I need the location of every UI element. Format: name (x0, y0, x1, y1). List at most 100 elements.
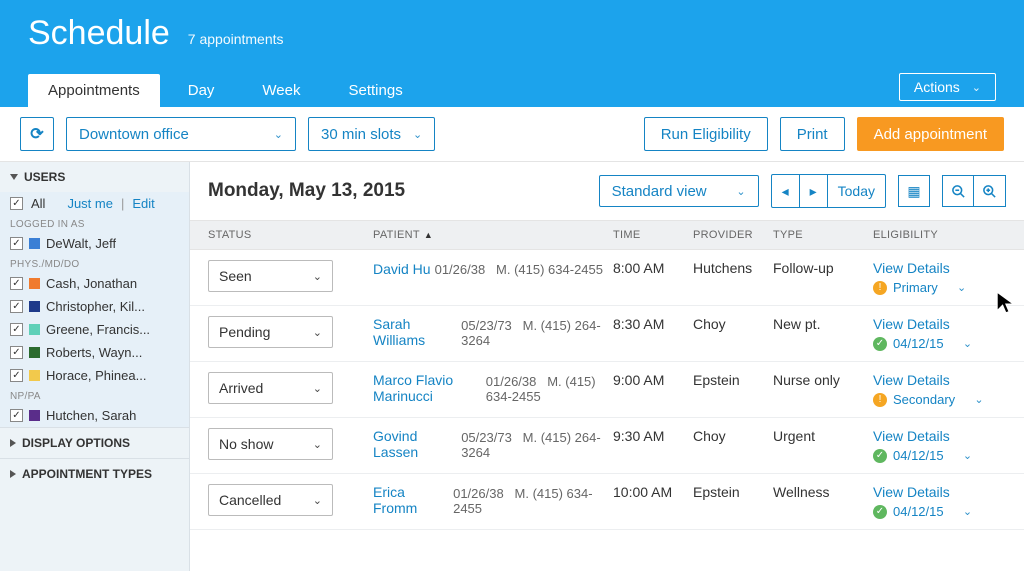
appt-type: Follow-up (773, 260, 873, 276)
just-me-link[interactable]: Just me (67, 196, 113, 211)
zoom-in-icon (982, 184, 997, 199)
slot-select[interactable]: 30 min slots ⌄ (308, 117, 435, 151)
col-type[interactable]: TYPE (773, 229, 873, 241)
zoom-out-button[interactable] (942, 175, 974, 207)
patient-meta: 05/23/73 M. (415) 264-3264 (461, 318, 613, 348)
zoom-in-button[interactable] (974, 175, 1006, 207)
col-status[interactable]: STATUS (208, 229, 373, 241)
sidebar-user-row[interactable]: ✓ Horace, Phinea... (0, 364, 189, 387)
office-select[interactable]: Downtown office ⌄ (66, 117, 296, 151)
status-select[interactable]: No show⌄ (208, 428, 333, 460)
sidebar-user-row[interactable]: ✓Cash, Jonathan (0, 272, 189, 295)
sidebar-section-display-options[interactable]: DISPLAY OPTIONS (0, 427, 189, 458)
status-select[interactable]: Cancelled⌄ (208, 484, 333, 516)
appt-time: 8:30 AM (613, 316, 693, 332)
chevron-down-icon: ⌄ (963, 449, 972, 462)
add-appointment-button[interactable]: Add appointment (857, 117, 1004, 151)
run-eligibility-button[interactable]: Run Eligibility (644, 117, 768, 151)
display-options-label: DISPLAY OPTIONS (22, 436, 130, 450)
appointment-types-label: APPOINTMENT TYPES (22, 467, 152, 481)
checkbox[interactable]: ✓ (10, 277, 23, 290)
slot-label: 30 min slots (321, 126, 401, 143)
table-row: Pending⌄ Sarah Williams05/23/73 M. (415) … (190, 306, 1024, 362)
user-name: Christopher, Kil... (46, 299, 145, 314)
sidebar-user-row[interactable]: ✓ Roberts, Wayn... (0, 341, 189, 364)
sidebar-section-appt-types[interactable]: APPOINTMENT TYPES (0, 458, 189, 489)
sidebar-user-row[interactable]: ✓Greene, Francis... (0, 318, 189, 341)
calendar-button[interactable]: ▦ (898, 175, 930, 207)
color-swatch (29, 410, 40, 421)
checkbox[interactable]: ✓ (10, 409, 23, 422)
status-select[interactable]: Pending⌄ (208, 316, 333, 348)
status-select[interactable]: Arrived⌄ (208, 372, 333, 404)
eligibility-status[interactable]: ✓04/12/15 ⌄ (873, 448, 972, 463)
col-eligibility[interactable]: ELIGIBILITY (873, 229, 1006, 241)
sidebar-user-row[interactable]: ✓ DeWalt, Jeff (0, 232, 189, 255)
eligibility-status[interactable]: !Primary ⌄ (873, 280, 966, 295)
status-value: Arrived (219, 380, 263, 396)
main: USERS ✓ All Just me | Edit LOGGED IN AS … (0, 162, 1024, 571)
sidebar-user-row[interactable]: ✓ Christopher, Kil... (0, 295, 189, 318)
chevron-down-icon: ⌄ (274, 128, 283, 141)
table-body: Seen⌄ David Hu 01/26/38 M. (415) 634-2455 8… (190, 250, 1024, 571)
patient-link[interactable]: Sarah Williams (373, 316, 457, 348)
eligibility-status[interactable]: ✓04/12/15 ⌄ (873, 504, 972, 519)
sidebar-section-users[interactable]: USERS (0, 162, 189, 192)
patient-meta: 05/23/73 M. (415) 264-3264 (461, 430, 613, 460)
col-provider[interactable]: PROVIDER (693, 229, 773, 241)
checkbox[interactable]: ✓ (10, 300, 23, 313)
today-button[interactable]: Today (827, 175, 885, 207)
patient-link[interactable]: Marco Flavio Marinucci (373, 372, 482, 404)
col-patient[interactable]: PATIENT ▲ (373, 229, 613, 241)
view-details-link[interactable]: View Details (873, 372, 950, 388)
patient-link[interactable]: David Hu (373, 261, 431, 277)
col-time[interactable]: TIME (613, 229, 693, 241)
appt-type: Nurse only (773, 372, 873, 388)
eligibility-status[interactable]: ✓04/12/15 ⌄ (873, 336, 972, 351)
user-name: Roberts, Wayn... (46, 345, 142, 360)
view-select[interactable]: Standard view ⌄ (599, 175, 759, 207)
checkbox-all[interactable]: ✓ (10, 197, 23, 210)
chevron-down-icon: ⌄ (413, 128, 422, 141)
user-name: Horace, Phinea... (46, 368, 146, 383)
user-name: DeWalt, Jeff (46, 236, 116, 251)
view-details-link[interactable]: View Details (873, 428, 950, 444)
patient-link[interactable]: Govind Lassen (373, 428, 457, 460)
all-label: All (31, 196, 45, 211)
patient-link[interactable]: Erica Fromm (373, 484, 449, 516)
user-name: Hutchen, Sarah (46, 408, 136, 423)
table-row: No show⌄ Govind Lassen05/23/73 M. (415) 2… (190, 418, 1024, 474)
view-details-link[interactable]: View Details (873, 484, 950, 500)
appt-time: 9:00 AM (613, 372, 693, 388)
appt-time: 8:00 AM (613, 260, 693, 276)
zoom-out-icon (951, 184, 966, 199)
checkbox[interactable]: ✓ (10, 346, 23, 359)
prev-day-button[interactable]: ◂ (772, 175, 799, 207)
checkbox[interactable]: ✓ (10, 323, 23, 336)
checkbox[interactable]: ✓ (10, 369, 23, 382)
status-select[interactable]: Seen⌄ (208, 260, 333, 292)
eligibility-text: 04/12/15 (893, 504, 944, 519)
status-dot-icon: ! (873, 393, 887, 407)
tab-day[interactable]: Day (168, 74, 235, 107)
appt-type: Wellness (773, 484, 873, 500)
actions-dropdown[interactable]: Actions ⌄ (899, 73, 996, 101)
tab-week[interactable]: Week (242, 74, 320, 107)
view-details-link[interactable]: View Details (873, 260, 950, 276)
sidebar-user-row[interactable]: ✓ Hutchen, Sarah (0, 404, 189, 427)
checkbox[interactable]: ✓ (10, 237, 23, 250)
eligibility-text: 04/12/15 (893, 336, 944, 351)
color-swatch (29, 238, 40, 249)
refresh-button[interactable]: ⟳ (20, 117, 54, 151)
view-details-link[interactable]: View Details (873, 316, 950, 332)
print-button[interactable]: Print (780, 117, 845, 151)
sidebar: USERS ✓ All Just me | Edit LOGGED IN AS … (0, 162, 190, 571)
refresh-icon: ⟳ (30, 124, 43, 144)
edit-link[interactable]: Edit (132, 196, 154, 211)
patient-meta: 01/26/38 M. (415) 634-2455 (486, 374, 613, 404)
next-day-button[interactable]: ▸ (799, 175, 827, 207)
tab-settings[interactable]: Settings (329, 74, 423, 107)
page-title: Schedule (28, 14, 170, 53)
eligibility-status[interactable]: !Secondary ⌄ (873, 392, 984, 407)
tab-appointments[interactable]: Appointments (28, 74, 160, 107)
